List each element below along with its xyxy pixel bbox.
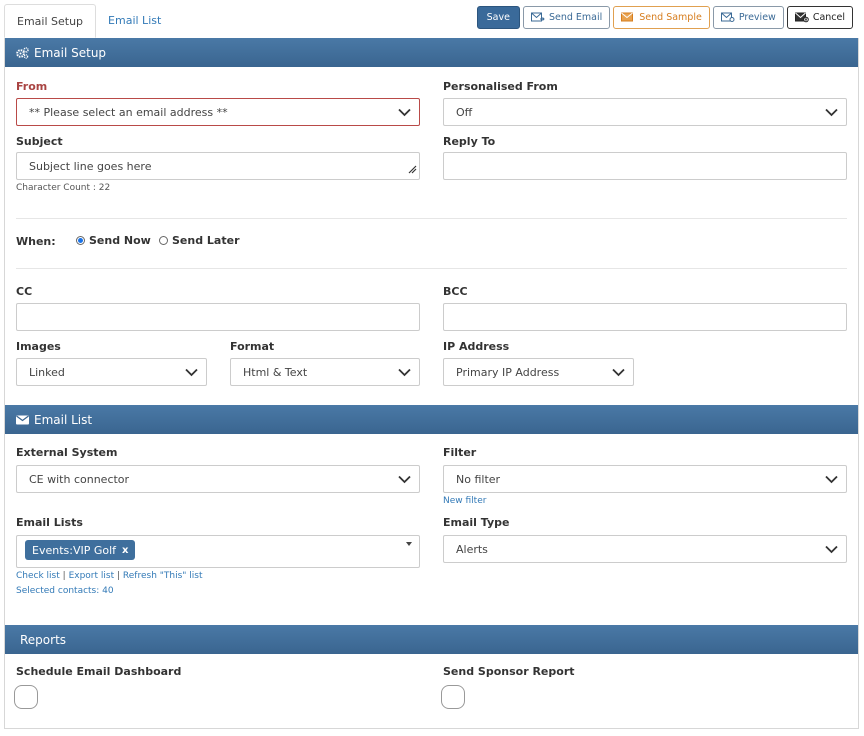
email-type-select[interactable]: Alerts: [443, 535, 847, 563]
chevron-down-icon: [825, 474, 838, 487]
send-later-label: Send Later: [172, 234, 240, 247]
character-count: Character Count : 22: [16, 183, 111, 193]
envelope-icon: [16, 415, 29, 425]
send-email-label: Send Email: [548, 12, 603, 23]
external-system-select[interactable]: CE with connector: [16, 465, 420, 493]
new-filter-link[interactable]: New filter: [443, 496, 486, 506]
reports-title: Reports: [20, 632, 67, 647]
sponsor-report-label: Send Sponsor Report: [443, 665, 575, 678]
cc-label: CC: [16, 285, 33, 298]
cancel-button[interactable]: Cancel: [786, 6, 853, 29]
personalised-from-label: Personalised From: [443, 80, 558, 93]
export-list-link[interactable]: Export list: [69, 571, 115, 581]
cancel-label: Cancel: [812, 12, 845, 23]
separator: |: [116, 571, 121, 581]
format-value: Html & Text: [243, 365, 308, 379]
email-type-value: Alerts: [456, 542, 488, 556]
personalised-from-select[interactable]: Off: [443, 98, 847, 126]
external-system-label: External System: [16, 446, 118, 459]
schedule-dashboard-label: Schedule Email Dashboard: [16, 665, 182, 678]
images-value: Linked: [29, 365, 65, 379]
tab-email-list[interactable]: Email List: [96, 4, 173, 38]
ip-address-select[interactable]: Primary IP Address: [443, 358, 634, 386]
filter-value: No filter: [456, 472, 501, 486]
subject-label: Subject: [16, 135, 63, 148]
reports-panel: Reports Schedule Email Dashboard Send Sp…: [4, 625, 859, 729]
cancel-icon: [794, 12, 809, 23]
divider: [16, 268, 847, 269]
filter-select[interactable]: No filter: [443, 465, 847, 493]
bcc-label: BCC: [443, 285, 468, 298]
check-list-link[interactable]: Check list: [16, 571, 60, 581]
ip-address-label: IP Address: [443, 340, 510, 353]
reports-header: Reports: [5, 625, 858, 654]
format-select[interactable]: Html & Text: [230, 358, 420, 386]
save-label: Save: [486, 12, 510, 23]
separator: |: [62, 571, 66, 581]
send-email-button[interactable]: Send Email: [522, 6, 611, 29]
sponsor-report-toggle[interactable]: [441, 685, 465, 709]
subject-input[interactable]: Subject line goes here: [16, 152, 420, 180]
list-tag-label: Events:VIP Golf: [32, 543, 117, 557]
radio-selected-icon: [76, 236, 85, 245]
images-label: Images: [16, 340, 61, 353]
remove-tag-button[interactable]: x: [122, 545, 128, 556]
toolbar: Save Send Email Send Sample Preview Canc…: [476, 6, 853, 29]
format-label: Format: [230, 340, 275, 353]
chevron-down-icon: [398, 474, 411, 487]
from-value: ** Please select an email address **: [29, 105, 228, 119]
send-email-icon: [530, 12, 545, 23]
reply-to-label: Reply To: [443, 135, 496, 148]
chevron-down-icon: [398, 107, 411, 120]
external-system-value: CE with connector: [29, 472, 130, 486]
filter-label: Filter: [443, 446, 477, 459]
personalised-from-value: Off: [456, 105, 473, 119]
email-lists-multiselect[interactable]: Events:VIP Golf x: [16, 535, 420, 568]
caret-down-icon[interactable]: [406, 542, 412, 546]
chevron-down-icon: [825, 544, 838, 557]
preview-label: Preview: [738, 12, 776, 23]
selected-contacts[interactable]: Selected contacts: 40: [16, 586, 114, 596]
email-list-header: Email List: [5, 405, 858, 434]
divider: [16, 218, 847, 219]
send-sample-icon: [621, 12, 635, 23]
email-setup-header: Email Setup: [5, 38, 858, 67]
email-list-title: Email List: [34, 412, 93, 427]
list-actions: Check list | Export list | Refresh "This…: [16, 571, 203, 581]
from-select[interactable]: ** Please select an email address **: [16, 98, 420, 126]
chevron-down-icon: [398, 367, 411, 380]
resize-handle-icon[interactable]: [407, 164, 417, 177]
preview-icon: [720, 12, 735, 23]
email-setup-panel: Email Setup From ** Please select an ema…: [4, 38, 859, 406]
preview-button[interactable]: Preview: [712, 6, 784, 29]
save-button[interactable]: Save: [476, 6, 520, 29]
email-type-label: Email Type: [443, 516, 510, 529]
list-tag: Events:VIP Golf x: [25, 540, 136, 560]
cogs-icon: [16, 46, 29, 59]
send-now-label: Send Now: [89, 234, 151, 247]
send-later-radio[interactable]: Send Later: [159, 234, 240, 247]
from-label: From: [16, 80, 48, 93]
chevron-down-icon: [612, 367, 625, 380]
cc-input[interactable]: [16, 303, 420, 331]
email-lists-label: Email Lists: [16, 516, 83, 529]
send-sample-label: Send Sample: [639, 12, 702, 23]
radio-unselected-icon: [159, 236, 168, 245]
schedule-dashboard-toggle[interactable]: [14, 685, 38, 709]
tab-bar: Email Setup Email List: [4, 4, 173, 38]
chevron-down-icon: [185, 367, 198, 380]
subject-value: Subject line goes here: [29, 159, 152, 173]
email-setup-title: Email Setup: [34, 45, 107, 60]
refresh-list-link[interactable]: Refresh "This" list: [123, 571, 203, 581]
when-label: When:: [16, 235, 56, 248]
images-select[interactable]: Linked: [16, 358, 207, 386]
chevron-down-icon: [825, 107, 838, 120]
send-sample-button[interactable]: Send Sample: [613, 6, 710, 29]
tab-email-setup[interactable]: Email Setup: [4, 4, 97, 38]
bcc-input[interactable]: [443, 303, 847, 331]
send-now-radio[interactable]: Send Now: [76, 234, 151, 247]
email-list-panel: Email List External System CE with conne…: [4, 405, 859, 626]
ip-address-value: Primary IP Address: [456, 365, 560, 379]
reply-to-input[interactable]: [443, 152, 847, 180]
